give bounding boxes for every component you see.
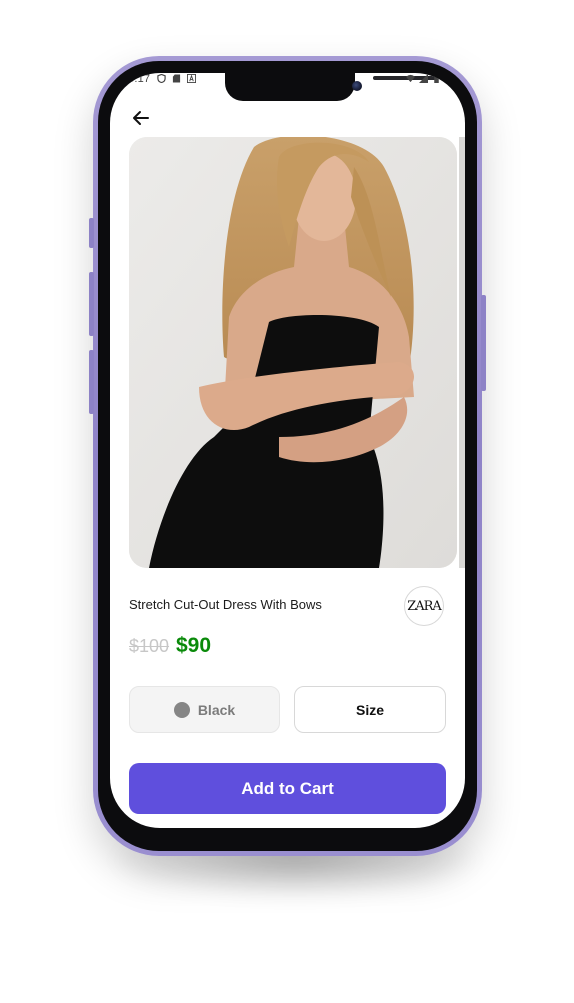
wifi-icon — [406, 74, 415, 83]
add-to-cart-label: Add to Cart — [241, 778, 334, 798]
product-title: Stretch Cut-Out Dress With Bows — [129, 597, 322, 612]
signal-icon — [419, 74, 428, 83]
sale-price: $90 — [176, 634, 212, 657]
mute-switch — [89, 218, 94, 248]
shield-icon — [157, 74, 166, 83]
size-label: Size — [355, 701, 384, 718]
next-image-peek[interactable] — [459, 137, 465, 568]
status-icons-right — [406, 74, 441, 83]
battery-icon — [434, 74, 439, 83]
status-icons-left — [157, 74, 196, 83]
volume-down-button — [89, 350, 94, 414]
color-swatch — [173, 701, 190, 718]
sd-card-icon — [172, 74, 181, 83]
original-price: $100 — [129, 636, 170, 656]
color-label: Black — [197, 701, 236, 718]
arrow-left-icon — [133, 111, 149, 125]
product-photo — [129, 137, 457, 568]
font-icon — [187, 74, 196, 83]
product-image[interactable] — [129, 137, 457, 568]
size-selector-button[interactable]: Size — [294, 686, 446, 733]
add-to-cart-button[interactable]: Add to Cart — [129, 763, 446, 814]
notch — [225, 73, 437, 101]
power-button — [481, 295, 486, 391]
volume-up-button — [89, 272, 94, 336]
color-selector-button[interactable]: Black — [129, 686, 280, 733]
brand-logo[interactable]: ZARA — [404, 586, 444, 626]
status-time: 5:17 — [128, 73, 151, 85]
back-button[interactable] — [128, 105, 154, 131]
phone-screen: 5:17 Stretch Cut-Out Dress With Bows ZAR… — [110, 73, 465, 828]
front-camera — [352, 81, 362, 91]
